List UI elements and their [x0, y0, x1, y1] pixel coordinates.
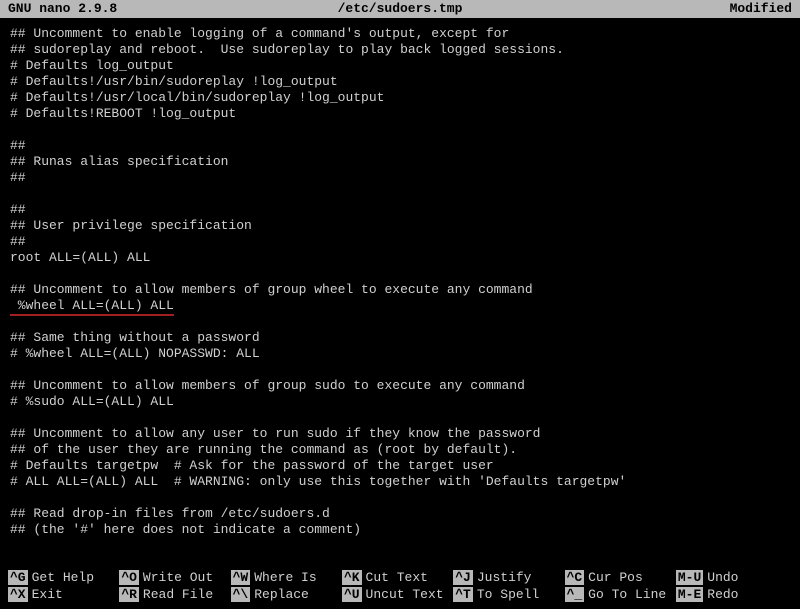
shortcut-label: Replace: [254, 587, 309, 602]
file-path: /etc/sudoers.tmp: [338, 1, 463, 16]
shortcut-item[interactable]: ^T To Spell: [453, 587, 564, 602]
shortcut-label: Where Is: [254, 570, 316, 585]
editor-line[interactable]: # Defaults log_output: [10, 58, 790, 74]
editor-line[interactable]: # Defaults!/usr/bin/sudoreplay !log_outp…: [10, 74, 790, 90]
editor-line[interactable]: ## sudoreplay and reboot. Use sudoreplay…: [10, 42, 790, 58]
shortcut-label: Cur Pos: [588, 570, 643, 585]
shortcut-item[interactable]: ^G Get Help: [8, 570, 119, 585]
editor-line[interactable]: ##: [10, 202, 790, 218]
shortcut-item[interactable]: ^U Uncut Text: [342, 587, 453, 602]
editor-line[interactable]: root ALL=(ALL) ALL: [10, 250, 790, 266]
editor-line[interactable]: ## Uncomment to allow members of group s…: [10, 378, 790, 394]
editor-line[interactable]: ## Same thing without a password: [10, 330, 790, 346]
shortcut-item[interactable]: ^R Read File: [119, 587, 230, 602]
shortcut-item[interactable]: ^X Exit: [8, 587, 119, 602]
editor-line[interactable]: # %sudo ALL=(ALL) ALL: [10, 394, 790, 410]
shortcut-item[interactable]: ^WWhere Is: [231, 570, 342, 585]
editor-line[interactable]: [10, 122, 790, 138]
shortcut-label: Write Out: [143, 570, 213, 585]
shortcut-label: To Spell: [477, 587, 539, 602]
shortcut-key: M-U: [676, 570, 703, 585]
editor-line[interactable]: # Defaults targetpw # Ask for the passwo…: [10, 458, 790, 474]
shortcut-label: Cut Text: [366, 570, 428, 585]
shortcut-key: ^U: [342, 587, 362, 602]
editor-content[interactable]: ## Uncomment to enable logging of a comm…: [0, 18, 800, 546]
shortcut-label: Undo: [707, 570, 738, 585]
editor-line[interactable]: # Defaults!REBOOT !log_output: [10, 106, 790, 122]
editor-line[interactable]: ## Read drop-in files from /etc/sudoers.…: [10, 506, 790, 522]
editor-line[interactable]: %wheel ALL=(ALL) ALL: [10, 298, 790, 314]
editor-line[interactable]: ##: [10, 170, 790, 186]
shortcut-key: ^T: [453, 587, 473, 602]
editor-line[interactable]: ## Uncomment to enable logging of a comm…: [10, 26, 790, 42]
editor-line[interactable]: # ALL ALL=(ALL) ALL # WARNING: only use …: [10, 474, 790, 490]
editor-line[interactable]: [10, 186, 790, 202]
shortcut-item[interactable]: ^\Replace: [231, 587, 342, 602]
shortcut-item[interactable]: ^CCur Pos: [565, 570, 676, 585]
shortcut-key: ^G: [8, 570, 28, 585]
shortcut-label: Uncut Text: [366, 587, 444, 602]
editor-line[interactable]: ## Runas alias specification: [10, 154, 790, 170]
shortcut-item[interactable]: M-E Redo: [676, 587, 770, 602]
shortcut-item[interactable]: ^_Go To Line: [565, 587, 676, 602]
editor-line[interactable]: ## (the '#' here does not indicate a com…: [10, 522, 790, 538]
editor-line[interactable]: [10, 410, 790, 426]
editor-line[interactable]: # Defaults!/usr/local/bin/sudoreplay !lo…: [10, 90, 790, 106]
editor-line[interactable]: ## User privilege specification: [10, 218, 790, 234]
editor-line[interactable]: ## Uncomment to allow any user to run su…: [10, 426, 790, 442]
editor-line[interactable]: [10, 362, 790, 378]
shortcut-item[interactable]: ^K Cut Text: [342, 570, 453, 585]
shortcut-key: ^X: [8, 587, 28, 602]
shortcut-label: Go To Line: [588, 587, 666, 602]
modified-status: Modified: [730, 1, 792, 17]
shortcut-bar: ^GGet Help^OWrite Out^WWhere Is^KCut Tex…: [0, 569, 800, 603]
shortcut-key: ^J: [453, 570, 473, 585]
shortcut-label: Exit: [32, 587, 63, 602]
shortcut-key: ^O: [119, 570, 139, 585]
shortcut-label: Get Help: [32, 570, 94, 585]
editor-line[interactable]: [10, 490, 790, 506]
shortcut-key: ^\: [231, 587, 251, 602]
editor-line[interactable]: [10, 314, 790, 330]
shortcut-key: ^K: [342, 570, 362, 585]
shortcut-key: ^_: [565, 587, 585, 602]
shortcut-label: Justify: [477, 570, 532, 585]
editor-line[interactable]: ## Uncomment to allow members of group w…: [10, 282, 790, 298]
shortcut-label: Read File: [143, 587, 213, 602]
shortcut-item[interactable]: ^J Justify: [453, 570, 564, 585]
shortcut-label: Redo: [707, 587, 738, 602]
shortcut-key: ^C: [565, 570, 585, 585]
shortcut-key: M-E: [676, 587, 703, 602]
editor-line[interactable]: # %wheel ALL=(ALL) NOPASSWD: ALL: [10, 346, 790, 362]
shortcut-key: ^W: [231, 570, 251, 585]
editor-line[interactable]: ## of the user they are running the comm…: [10, 442, 790, 458]
shortcut-item[interactable]: M-U Undo: [676, 570, 770, 585]
shortcut-item[interactable]: ^O Write Out: [119, 570, 230, 585]
titlebar: GNU nano 2.9.8 /etc/sudoers.tmp Modified: [0, 0, 800, 18]
editor-line[interactable]: [10, 266, 790, 282]
editor-line[interactable]: ##: [10, 138, 790, 154]
app-name: GNU nano 2.9.8: [8, 1, 117, 17]
editor-line[interactable]: ##: [10, 234, 790, 250]
shortcut-key: ^R: [119, 587, 139, 602]
